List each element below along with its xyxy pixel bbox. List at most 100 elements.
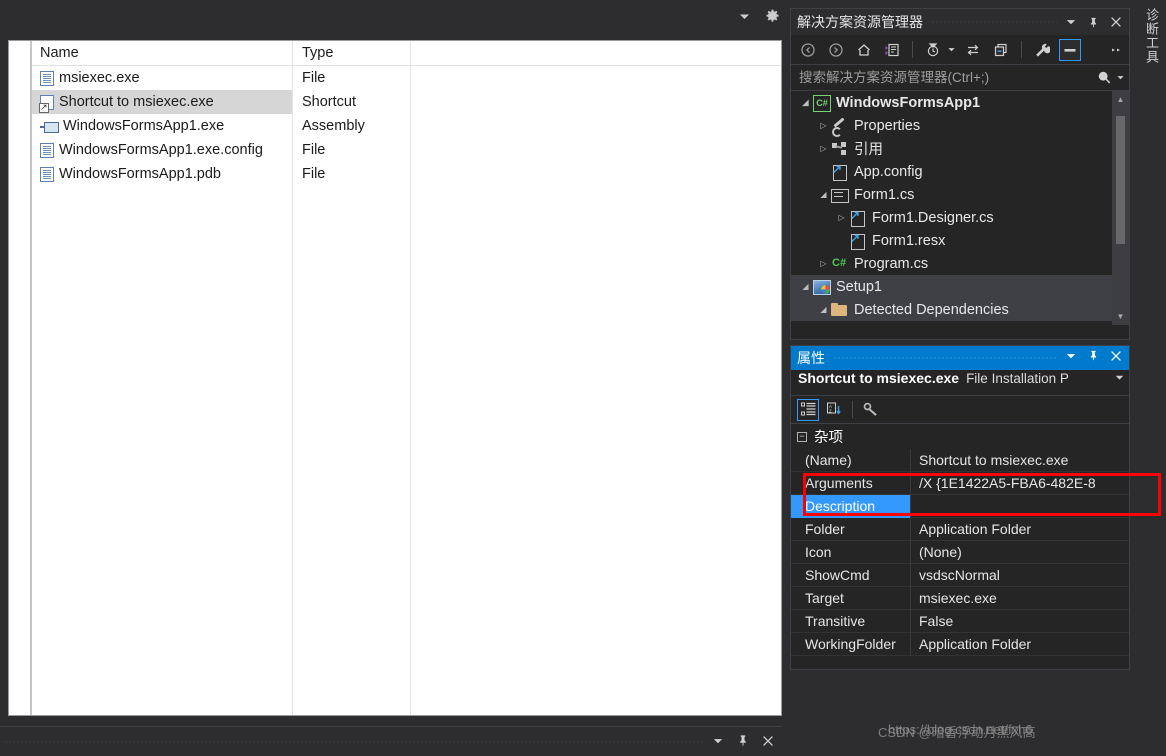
property-value[interactable]: Application Folder [911,633,1129,656]
property-row-workingfolder[interactable]: WorkingFolder Application Folder [791,632,1129,656]
gear-icon[interactable] [765,9,780,24]
scrollbar-thumb[interactable] [1116,116,1125,244]
file-name-cell: WindowsFormsApp1.exe [32,114,292,138]
pending-changes-icon[interactable] [922,39,944,61]
file-list: Name Type msiexec.exe File Shortcut to m… [31,41,781,715]
solution-tree: ◢ WindowsFormsApp1 ▷ Properties ▷ 引用 App… [791,91,1129,325]
sync-with-active-document-icon[interactable] [962,39,984,61]
back-icon[interactable] [797,39,819,61]
titlebar-drag-dots[interactable] [833,355,1057,361]
property-row-name[interactable]: (Name) Shortcut to msiexec.exe [791,448,1129,472]
toolbar-overflow-icon[interactable] [1111,45,1123,55]
view-designer-icon[interactable] [881,39,903,61]
home-icon[interactable] [853,39,875,61]
table-row[interactable]: msiexec.exe File [32,66,781,90]
search-input[interactable] [799,70,1097,85]
table-row[interactable]: Shortcut to msiexec.exe Shortcut [32,90,781,114]
toolbar-separator [912,41,913,58]
tree-item-setup1[interactable]: ◢ Setup1 [791,275,1129,298]
assembly-icon [40,119,59,134]
drag-handle-dots[interactable] [4,740,704,745]
tree-item-windowsformsapp1[interactable]: ◢ WindowsFormsApp1 [791,91,1129,114]
toolbar-separator [852,401,853,418]
designer-file-icon [848,208,867,227]
forward-icon[interactable] [825,39,847,61]
tree-item-form1-cs[interactable]: ◢ Form1.cs [791,183,1129,206]
property-row-icon[interactable]: Icon (None) [791,540,1129,564]
collapse-all-icon[interactable] [990,39,1012,61]
chevron-down-icon[interactable] [1114,372,1125,383]
expand-arrow-icon[interactable]: ◢ [799,282,812,291]
property-row-arguments[interactable]: Arguments /X {1E1422A5-FBA6-482E-8 [791,471,1129,495]
close-icon[interactable] [1110,16,1122,28]
tree-item-app-config[interactable]: App.config [791,160,1129,183]
property-pages-icon[interactable] [860,399,882,421]
tree-item-form1-designer-cs[interactable]: ▷ Form1.Designer.cs [791,206,1129,229]
table-row[interactable]: WindowsFormsApp1.pdb File [32,162,781,186]
solution-explorer-search[interactable] [791,65,1129,91]
selected-object-type: File Installation P [966,371,1069,386]
tree-item-form1-resx[interactable]: Form1.resx [791,229,1129,252]
close-icon[interactable] [762,735,774,747]
expand-arrow-icon[interactable]: ◢ [817,190,830,199]
close-icon[interactable] [1110,349,1122,367]
alphabetical-icon[interactable]: A Z [823,399,845,421]
property-category-header[interactable]: − 杂项 [791,424,1129,449]
pin-icon[interactable] [1088,16,1099,29]
scroll-down-icon[interactable]: ▼ [1112,308,1129,325]
column-header-name[interactable]: Name [32,45,292,61]
categorized-icon[interactable] [797,398,819,421]
pin-icon[interactable] [737,734,749,747]
titlebar-drag-dots[interactable] [931,19,1057,25]
chevron-down-icon[interactable] [712,735,724,747]
property-value[interactable] [911,495,1129,518]
expand-arrow-icon[interactable]: ◢ [817,305,830,314]
watermark-secondary: https://blog.csdn.net/fxh6 [888,722,1033,737]
search-icon[interactable] [1097,70,1112,85]
search-options-chevron-icon[interactable] [1116,73,1125,82]
property-row-target[interactable]: Target msiexec.exe [791,586,1129,610]
table-row[interactable]: WindowsFormsApp1.exe Assembly [32,114,781,138]
properties-object-selector[interactable]: Shortcut to msiexec.exe File Installatio… [791,370,1129,396]
property-key: Transitive [791,609,911,633]
scroll-up-icon[interactable]: ▲ [1112,91,1129,108]
tree-item-program-cs[interactable]: ▷ Program.cs [791,252,1129,275]
solution-explorer-panel: 解决方案资源管理器 搜索解决方案资源管理器(Ctrl+;) ◢ C# Windo… [790,8,1130,340]
property-key: Arguments [791,471,911,495]
collapse-arrow-icon[interactable]: ▷ [835,213,848,222]
property-value[interactable]: (None) [911,541,1129,564]
collapse-arrow-icon[interactable]: ▷ [817,144,830,153]
expand-arrow-icon[interactable]: ◢ [799,98,812,107]
tree-item-label: Program.cs [854,255,929,272]
property-row-transitive[interactable]: Transitive False [791,609,1129,633]
collapse-arrow-icon[interactable]: ▷ [817,121,830,130]
chevron-down-icon[interactable] [738,10,751,23]
diagnostic-tools-tab[interactable]: 诊断工具 [1138,0,1166,756]
tree-item-detected-dependencies[interactable]: ◢ Detected Dependencies [791,298,1129,321]
collapse-arrow-icon[interactable]: ▷ [817,259,830,268]
tree-item-references[interactable]: ▷ 引用 [791,137,1129,160]
tree-item-properties[interactable]: ▷ Properties [791,114,1129,137]
property-value[interactable]: Shortcut to msiexec.exe [911,449,1129,472]
property-key: WorkingFolder [791,632,911,656]
property-row-folder[interactable]: Folder Application Folder [791,517,1129,541]
solution-explorer-title: 解决方案资源管理器 [797,14,923,30]
property-row-showcmd[interactable]: ShowCmd vsdscNormal [791,563,1129,587]
file-list-header: Name Type [32,41,781,66]
properties-wrench-icon[interactable] [1031,39,1053,61]
property-value[interactable]: /X {1E1422A5-FBA6-482E-8 [911,472,1129,495]
table-row[interactable]: WindowsFormsApp1.exe.config File [32,138,781,162]
category-collapse-icon[interactable]: − [797,431,807,442]
property-value[interactable]: vsdscNormal [911,564,1129,587]
property-value[interactable]: msiexec.exe [911,587,1129,610]
column-header-type[interactable]: Type [292,45,410,61]
property-row-description[interactable]: Description [791,494,1129,518]
tree-scrollbar[interactable]: ▲ ▼ [1112,91,1129,325]
property-value[interactable]: False [911,610,1129,633]
chevron-down-icon[interactable] [1065,16,1077,28]
property-value[interactable]: Application Folder [911,518,1129,541]
pending-changes-dropdown-icon[interactable] [947,45,956,54]
chevron-down-icon[interactable] [1065,349,1077,367]
pin-icon[interactable] [1088,349,1099,367]
show-all-files-icon[interactable] [1059,38,1081,61]
